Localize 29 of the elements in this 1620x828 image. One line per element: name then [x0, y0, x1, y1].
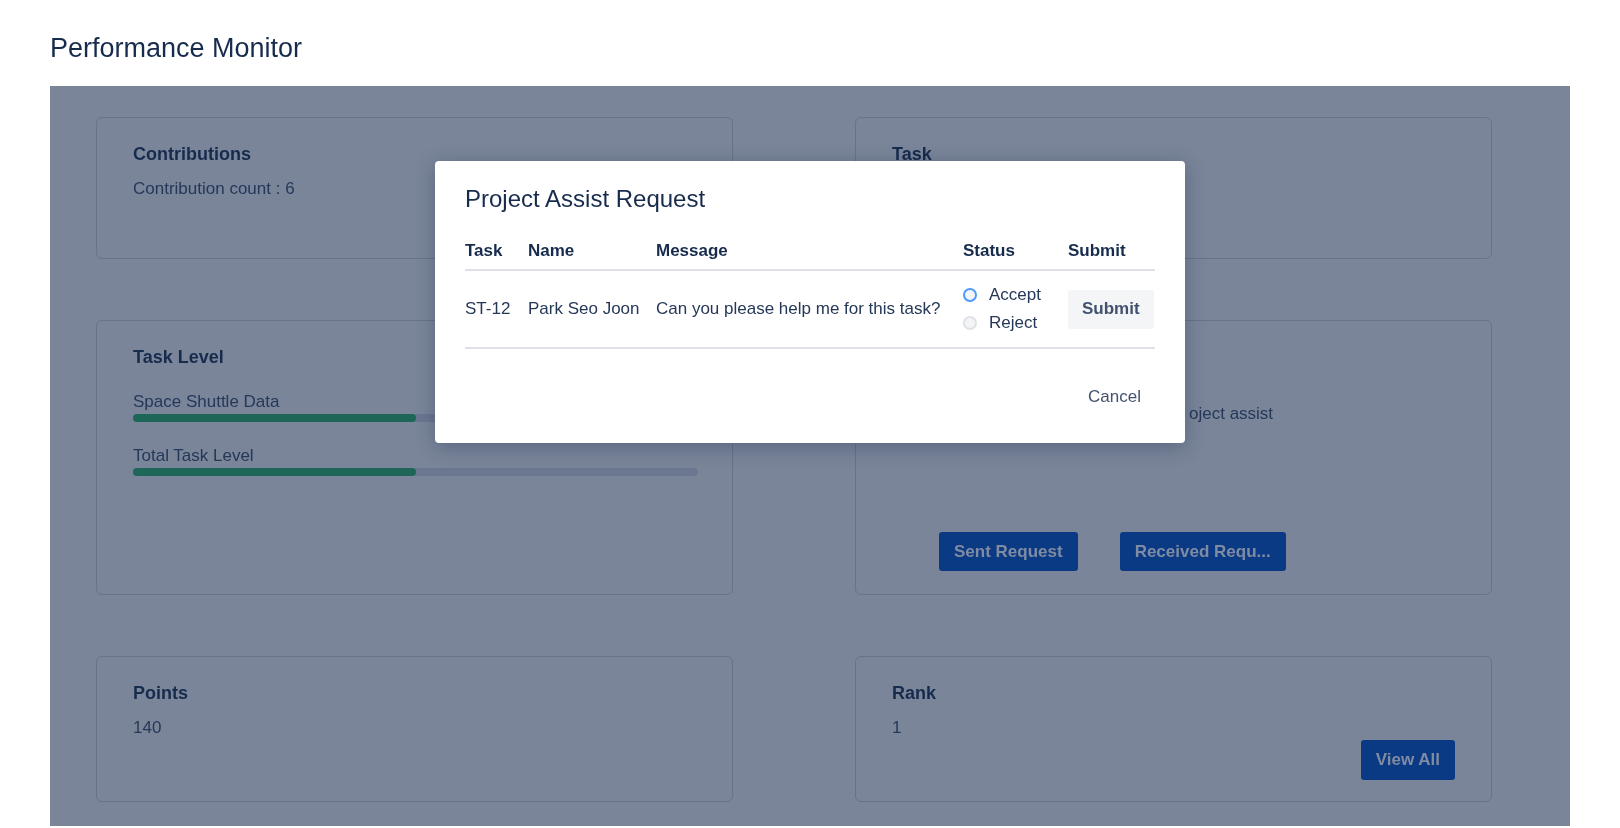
radio-label: Accept — [989, 285, 1041, 305]
table-cell-text: Can you please help me for this task? — [656, 298, 941, 320]
table-cell-text: Park Seo Joon — [528, 298, 640, 320]
page-title: Performance Monitor — [50, 32, 304, 65]
card-title: Task Level — [133, 347, 224, 368]
card-text: oject assist — [1189, 404, 1274, 424]
progress-label: Total Task Level — [133, 446, 254, 466]
column-header: Task — [465, 241, 528, 271]
dialog-title: Project Assist Request — [465, 185, 707, 213]
card-title: Task — [892, 144, 932, 165]
column-header: Message — [656, 241, 963, 271]
submit-button[interactable]: Submit — [1068, 289, 1154, 329]
column-header: Status — [963, 241, 1068, 271]
radio-button[interactable] — [963, 288, 977, 302]
card-title: Points — [133, 683, 188, 704]
table-cell-text: ST-12 — [465, 298, 511, 320]
card-text: 140 — [133, 718, 162, 738]
request-button[interactable]: Received Requ... — [1119, 532, 1286, 571]
request-button[interactable]: Sent Request — [939, 532, 1078, 571]
card-text: 1 — [892, 718, 902, 738]
column-header: Submit — [1068, 241, 1155, 271]
column-header: Name — [528, 241, 656, 271]
progress-label: Space Shuttle Data — [133, 392, 280, 412]
card-title: Contributions — [133, 144, 251, 165]
view-all-button[interactable]: View All — [1360, 740, 1455, 780]
radio-label: Reject — [989, 313, 1038, 333]
card-text: Contribution count : 6 — [133, 179, 295, 199]
cancel-button[interactable]: Cancel — [1074, 381, 1155, 413]
card-title: Rank — [892, 683, 936, 704]
